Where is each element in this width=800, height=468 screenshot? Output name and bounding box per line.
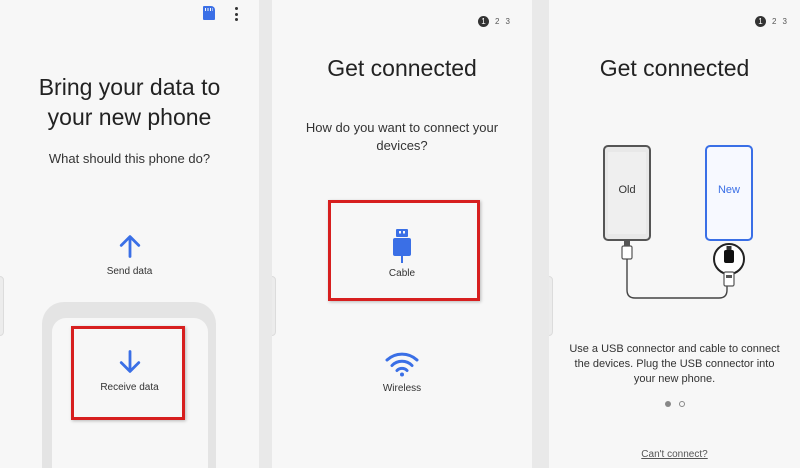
page-title: Get connected (327, 55, 477, 81)
edge-panel-handle[interactable] (272, 276, 276, 336)
instruction-line: your new phone. (633, 373, 716, 385)
arrow-up-icon (119, 235, 140, 258)
highlight-box (71, 326, 185, 420)
screen-get-connected-method: 1 2 3 Get connected How do you want to c… (272, 0, 532, 468)
page-title: Bring your data to your new phone (0, 72, 259, 132)
edge-panel-handle[interactable] (0, 276, 4, 336)
step-3: 3 (505, 17, 510, 26)
usb-plug-graphic (723, 271, 735, 287)
step-1: 1 (478, 16, 489, 27)
old-phone-label: Old (618, 184, 636, 196)
old-phone-port (624, 240, 630, 246)
wireless-option[interactable]: Wireless (272, 351, 532, 394)
step-2: 2 (495, 17, 500, 26)
wireless-label: Wireless (382, 383, 422, 394)
instruction-text: Use a USB connector and cable to connect… (559, 342, 790, 387)
screenshot-collage: Bring your data to your new phone What s… (0, 0, 800, 468)
new-phone-label: New (717, 184, 740, 196)
page-subtitle: How do you want to connect your devices? (272, 119, 532, 155)
subtitle-line: devices? (376, 138, 428, 153)
cable-connection-illustration (603, 145, 753, 299)
wifi-icon (385, 352, 419, 377)
instruction-line: the devices. Plug the USB connector into (574, 358, 775, 370)
step-indicator: 1 2 3 (755, 16, 787, 27)
screen-get-connected-cable: 1 2 3 Get connected Old New Use a USB co… (549, 0, 800, 468)
highlight-box (328, 200, 480, 301)
step-3: 3 (782, 17, 787, 26)
title-line: your new phone (47, 104, 212, 130)
title-line: Bring your data to (38, 74, 221, 100)
page-dot[interactable] (678, 401, 685, 407)
page-dot-active[interactable] (664, 401, 671, 407)
page-dots (549, 401, 800, 407)
page-title: Get connected (599, 55, 750, 81)
cant-connect-link[interactable]: Can't connect? (549, 449, 800, 460)
subtitle-line: How do you want to connect your (305, 120, 499, 135)
step-indicator: 1 2 3 (478, 16, 510, 27)
more-vert-icon[interactable] (233, 7, 239, 21)
instruction-line: Use a USB connector and cable to connect (569, 343, 780, 355)
page-subtitle: What should this phone do? (48, 151, 211, 166)
step-1: 1 (755, 16, 766, 27)
screen-bring-data: Bring your data to your new phone What s… (0, 0, 259, 468)
sd-card-icon[interactable] (203, 6, 215, 20)
otg-adapter-graphic (724, 250, 734, 263)
old-phone-plug (621, 245, 633, 260)
usb-cable-line (626, 259, 728, 299)
step-2: 2 (772, 17, 777, 26)
send-data-option[interactable]: Send data (0, 232, 259, 277)
send-data-label: Send data (106, 266, 153, 277)
